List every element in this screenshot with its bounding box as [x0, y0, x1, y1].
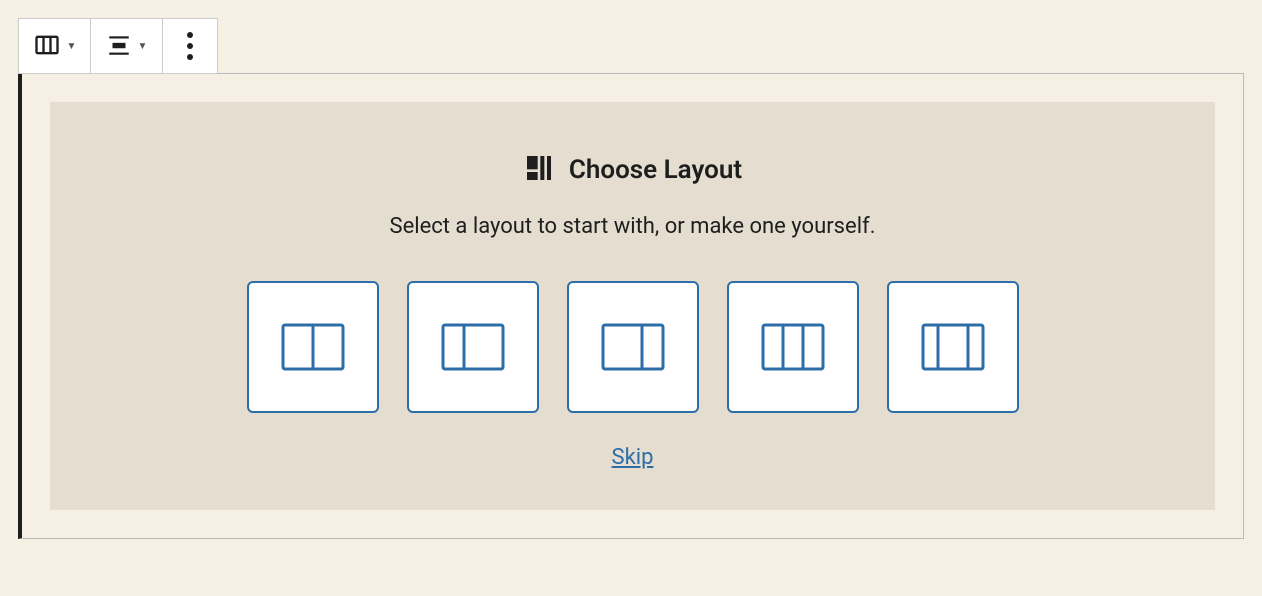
layout-option-33-33-33[interactable] [727, 281, 859, 413]
layout-option-25-50-25[interactable] [887, 281, 1019, 413]
columns-icon [33, 31, 61, 62]
columns-block-wrapper: Choose Layout Select a layout to start w… [18, 73, 1244, 539]
more-vertical-icon [187, 32, 193, 60]
layout-option-50-50[interactable] [247, 281, 379, 413]
chevron-down-icon: ▼ [67, 41, 77, 52]
align-icon [106, 32, 132, 61]
layout-option-66-33[interactable] [567, 281, 699, 413]
layout-options-list [247, 281, 1019, 413]
columns-block-type-button[interactable]: ▼ [19, 19, 91, 73]
align-button[interactable]: ▼ [91, 19, 163, 73]
more-options-button[interactable] [163, 19, 217, 73]
layout-placeholder: Choose Layout Select a layout to start w… [50, 102, 1215, 510]
placeholder-header: Choose Layout [523, 152, 742, 188]
layout-grid-icon [523, 152, 555, 188]
layout-option-33-66[interactable] [407, 281, 539, 413]
skip-link[interactable]: Skip [612, 445, 654, 470]
chevron-down-icon: ▼ [138, 41, 148, 52]
block-toolbar: ▼ ▼ [18, 18, 218, 74]
placeholder-description: Select a layout to start with, or make o… [390, 214, 876, 239]
placeholder-title: Choose Layout [569, 155, 742, 185]
